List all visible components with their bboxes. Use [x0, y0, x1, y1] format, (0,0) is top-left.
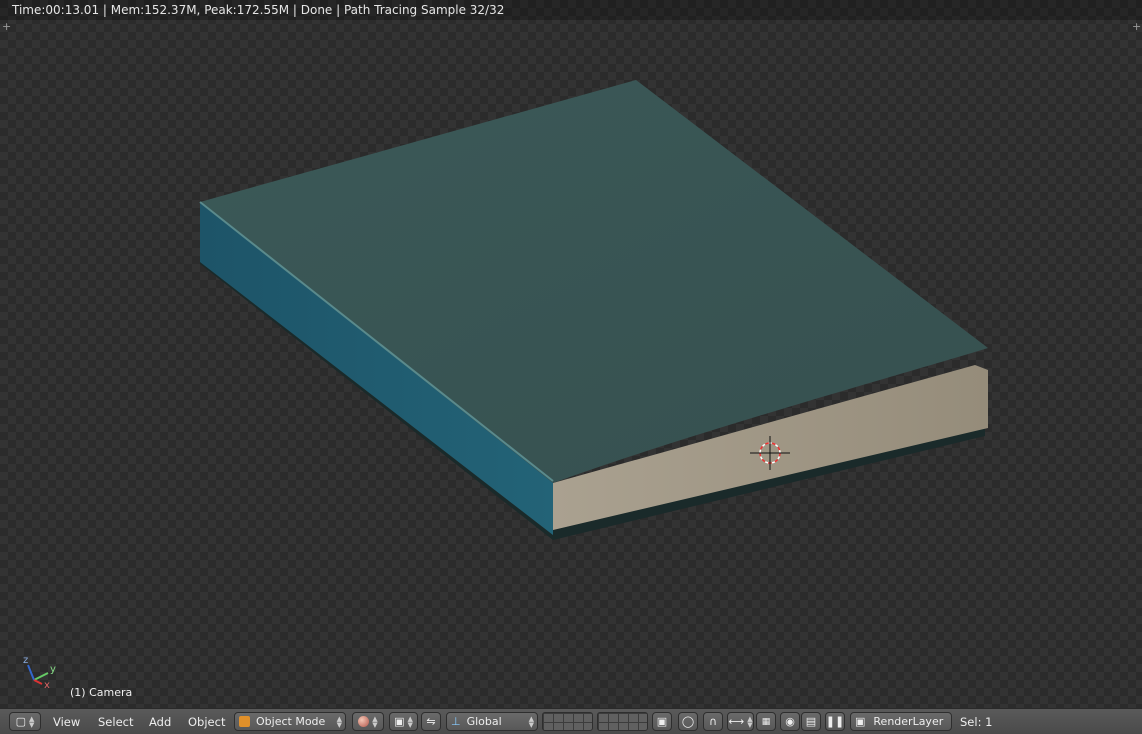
- viewport-header: ▢ ▲ ▼ View Select Add Object Object Mode …: [0, 708, 1142, 734]
- lock-icon: ▣: [656, 715, 668, 728]
- dropdown-arrows-icon: ▲ ▼: [336, 714, 342, 729]
- book-render: [27, 80, 988, 685]
- selection-count: Sel: 1: [960, 715, 993, 729]
- dropdown-arrows-icon: ▲ ▼: [29, 714, 35, 729]
- snap-target-icon: ▦: [761, 716, 771, 727]
- dropdown-arrows-icon: ▲ ▼: [747, 714, 753, 729]
- layer-grid-left[interactable]: [542, 712, 593, 731]
- axis-label-y: y: [50, 664, 56, 675]
- manipulator-toggle[interactable]: ⇋: [421, 712, 441, 731]
- sphere-shading-icon: [358, 716, 370, 727]
- pivot-point-icon: ▣: [394, 715, 405, 728]
- pivot-point-selector[interactable]: ▣ ▲ ▼: [389, 712, 418, 731]
- cube-editor-icon: ▢: [15, 715, 26, 728]
- transform-orientation-selector[interactable]: ⊥ Global ▲ ▼: [446, 712, 538, 731]
- dropdown-arrows-icon: ▲ ▼: [528, 714, 534, 729]
- proportional-edit-icon: ◯: [681, 715, 695, 728]
- active-object-label: (1) Camera: [70, 686, 133, 699]
- snap-target-button[interactable]: ▦: [756, 712, 776, 731]
- render-layer-label: RenderLayer: [873, 715, 944, 728]
- clapperboard-icon: ▤: [805, 715, 817, 728]
- mode-label: Object Mode: [256, 715, 326, 728]
- render-layer-selector[interactable]: ▣ RenderLayer: [850, 712, 952, 731]
- render-camera-icon: ◉: [785, 715, 795, 728]
- editor-type-selector[interactable]: ▢ ▲ ▼: [9, 712, 41, 731]
- snap-element-icon: ⟷: [728, 715, 745, 728]
- axis-label-z: z: [23, 655, 29, 666]
- snap-toggle[interactable]: ∩: [703, 712, 723, 731]
- orientation-label: Global: [466, 715, 502, 728]
- 3d-viewport[interactable]: Time:00:13.01 | Mem:152.37M, Peak:172.55…: [0, 0, 1142, 708]
- menu-object[interactable]: Object: [188, 715, 225, 729]
- dropdown-arrows-icon: ▲ ▼: [407, 714, 413, 729]
- render-layer-icon: ▣: [855, 715, 866, 728]
- render-still-button[interactable]: ◉: [780, 712, 800, 731]
- dropdown-arrows-icon: ▲ ▼: [372, 714, 378, 729]
- layer-grid-right[interactable]: [597, 712, 648, 731]
- pause-render-button[interactable]: ❚❚: [825, 712, 845, 731]
- snap-element-selector[interactable]: ⟷ ▲ ▼: [727, 712, 754, 731]
- object-mode-icon: [239, 716, 250, 727]
- menu-view[interactable]: View: [53, 715, 80, 729]
- mode-selector[interactable]: Object Mode ▲ ▼: [234, 712, 346, 731]
- axis-label-x: x: [44, 680, 50, 691]
- proportional-edit-button[interactable]: ◯: [678, 712, 698, 731]
- menu-select[interactable]: Select: [98, 715, 133, 729]
- viewport-shading-selector[interactable]: ▲ ▼: [352, 712, 384, 731]
- render-animation-button[interactable]: ▤: [801, 712, 821, 731]
- pause-icon: ❚❚: [825, 715, 845, 728]
- transform-axis-icon: ⊥: [451, 715, 461, 728]
- lock-layers-button[interactable]: ▣: [652, 712, 672, 731]
- manipulator-icon: ⇋: [426, 715, 436, 728]
- menu-add[interactable]: Add: [149, 715, 171, 729]
- magnet-snap-icon: ∩: [708, 715, 718, 728]
